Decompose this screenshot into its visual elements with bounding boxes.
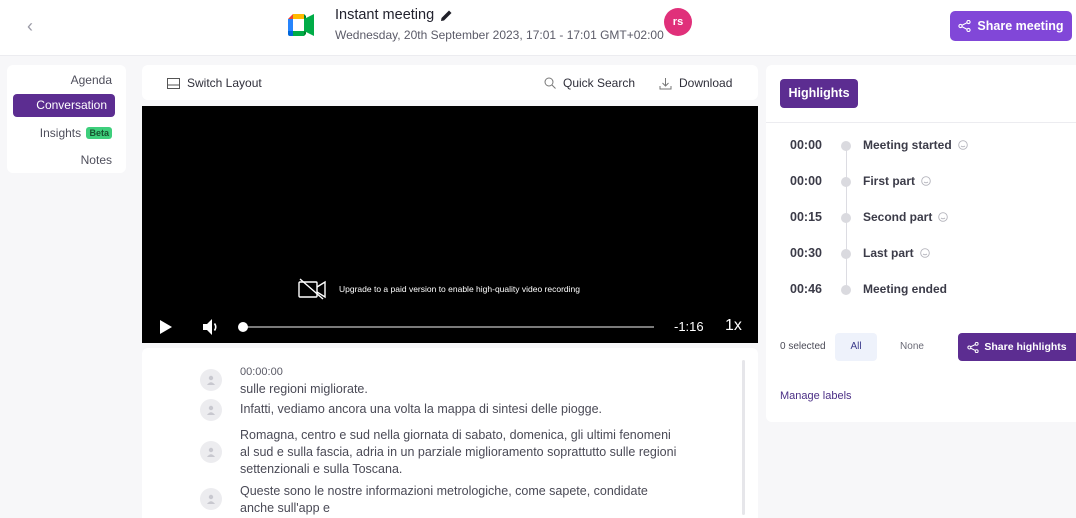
emoji-icon[interactable] xyxy=(919,248,930,258)
chevron-left-icon[interactable]: ‹ xyxy=(20,14,40,38)
layout-icon xyxy=(167,77,180,89)
time-remaining: -1:16 xyxy=(674,319,704,334)
upgrade-text: Upgrade to a paid version to enable high… xyxy=(339,284,580,294)
speaker-avatar xyxy=(200,441,222,463)
selected-count: 0 selected xyxy=(780,341,826,352)
transcript-panel: 00:00:00 sulle regioni migliorate. Infat… xyxy=(142,348,758,518)
camera-off-icon xyxy=(298,278,326,300)
top-header: ‹ Instant meeting Wednesday, 20th Septem… xyxy=(0,0,1076,56)
share-icon xyxy=(958,20,972,32)
highlight-label: Meeting ended xyxy=(863,282,948,296)
speaker-avatar xyxy=(200,399,222,421)
download-icon xyxy=(659,77,672,89)
highlight-label: Last part xyxy=(863,246,914,260)
nav-item-insights[interactable]: Insights Beta xyxy=(40,126,112,140)
share-highlights-button[interactable]: Share highlights xyxy=(958,333,1076,361)
nav-item-insights-label: Insights xyxy=(39,126,82,140)
switch-layout-button[interactable]: Switch Layout xyxy=(167,76,262,90)
user-icon xyxy=(207,375,215,385)
section-nav: Agenda Conversation Insights Beta Notes xyxy=(7,65,126,173)
share-highlights-label: Share highlights xyxy=(984,341,1067,353)
video-controls: -1:16 1x xyxy=(142,311,758,343)
transcript-segment[interactable]: 00:00:00 sulle regioni migliorate. xyxy=(200,364,700,398)
transcript-segment[interactable]: Queste sono le nostre informazioni metro… xyxy=(200,483,700,517)
user-icon xyxy=(207,494,215,504)
highlight-item[interactable]: 00:30 Last part xyxy=(790,245,1070,263)
emoji-icon[interactable] xyxy=(938,212,949,222)
highlights-panel: Highlights 00:00 Meeting started 00:00 F… xyxy=(766,65,1076,422)
beta-badge: Beta xyxy=(86,127,112,139)
quick-search-button[interactable]: Quick Search xyxy=(544,76,635,90)
divider xyxy=(766,122,1076,123)
select-none-button[interactable]: None xyxy=(890,333,934,361)
volume-icon[interactable] xyxy=(202,318,220,336)
nav-item-notes[interactable]: Notes xyxy=(81,153,112,167)
highlight-time: 00:00 xyxy=(790,138,822,152)
select-all-button[interactable]: All xyxy=(835,333,877,361)
segment-text: Infatti, vediamo ancora una volta la map… xyxy=(240,402,603,416)
transcript-segment[interactable]: Infatti, vediamo ancora una volta la map… xyxy=(200,399,700,421)
video-player[interactable]: Upgrade to a paid version to enable high… xyxy=(142,106,758,343)
user-icon xyxy=(207,405,215,415)
timeline-dot xyxy=(841,141,851,151)
share-meeting-label: Share meeting xyxy=(977,19,1064,33)
timeline-dot xyxy=(841,213,851,223)
meeting-title-block: Instant meeting Wednesday, 20th Septembe… xyxy=(335,7,664,42)
transcript-segment[interactable]: Romagna, centro e sud nella giornata di … xyxy=(200,427,700,478)
nav-item-conversation[interactable]: Conversation xyxy=(13,94,115,117)
meeting-title: Instant meeting xyxy=(335,7,435,23)
highlight-time: 00:00 xyxy=(790,174,822,188)
meeting-datetime: Wednesday, 20th September 2023, 17:01 - … xyxy=(335,28,664,42)
highlight-label: Second part xyxy=(863,210,933,224)
highlight-time: 00:46 xyxy=(790,282,822,296)
highlight-label: First part xyxy=(863,174,916,188)
user-icon xyxy=(207,447,215,457)
timeline-dot xyxy=(841,177,851,187)
playback-speed[interactable]: 1x xyxy=(725,317,742,335)
speaker-avatar xyxy=(200,488,222,510)
timeline-dot xyxy=(841,249,851,259)
upgrade-notice: Upgrade to a paid version to enable high… xyxy=(297,278,580,300)
speaker-avatar xyxy=(200,369,222,391)
download-button[interactable]: Download xyxy=(659,76,732,90)
play-icon[interactable] xyxy=(160,320,172,334)
emoji-icon[interactable] xyxy=(921,176,931,186)
search-icon xyxy=(544,77,556,89)
highlight-item[interactable]: 00:00 Meeting started xyxy=(790,137,1070,155)
nav-item-agenda[interactable]: Agenda xyxy=(71,73,112,87)
highlight-item[interactable]: 00:46 Meeting ended xyxy=(790,281,1070,299)
segment-text: Queste sono le nostre informazioni metro… xyxy=(240,484,648,515)
share-icon xyxy=(967,341,979,353)
seek-handle[interactable] xyxy=(238,322,248,332)
selection-toolbar: 0 selected All None Share highlights xyxy=(780,333,1076,361)
manage-labels-link[interactable]: Manage labels xyxy=(780,390,852,402)
highlight-time: 00:30 xyxy=(790,246,822,260)
highlight-label: Meeting started xyxy=(863,138,952,152)
highlight-item[interactable]: 00:15 Second part xyxy=(790,209,1070,227)
transcript-scrollbar[interactable] xyxy=(742,360,745,515)
highlight-item[interactable]: 00:00 First part xyxy=(790,173,1070,191)
avatar[interactable]: rs xyxy=(664,8,692,36)
segment-timestamp: 00:00:00 xyxy=(240,366,283,378)
seek-bar[interactable] xyxy=(242,326,654,328)
download-label: Download xyxy=(679,76,733,90)
segment-text: Romagna, centro e sud nella giornata di … xyxy=(240,428,677,476)
share-meeting-button[interactable]: Share meeting xyxy=(950,11,1072,41)
highlight-time: 00:15 xyxy=(790,210,822,224)
segment-text: sulle regioni migliorate. xyxy=(240,382,368,396)
player-toolbar: Switch Layout Quick Search Download xyxy=(142,65,758,100)
tab-highlights[interactable]: Highlights xyxy=(780,79,858,108)
timeline-dot xyxy=(841,285,851,295)
google-meet-logo xyxy=(288,14,314,36)
quick-search-label: Quick Search xyxy=(563,76,636,90)
emoji-icon[interactable] xyxy=(957,140,968,150)
pencil-icon[interactable] xyxy=(440,9,453,22)
switch-layout-label: Switch Layout xyxy=(187,76,262,90)
